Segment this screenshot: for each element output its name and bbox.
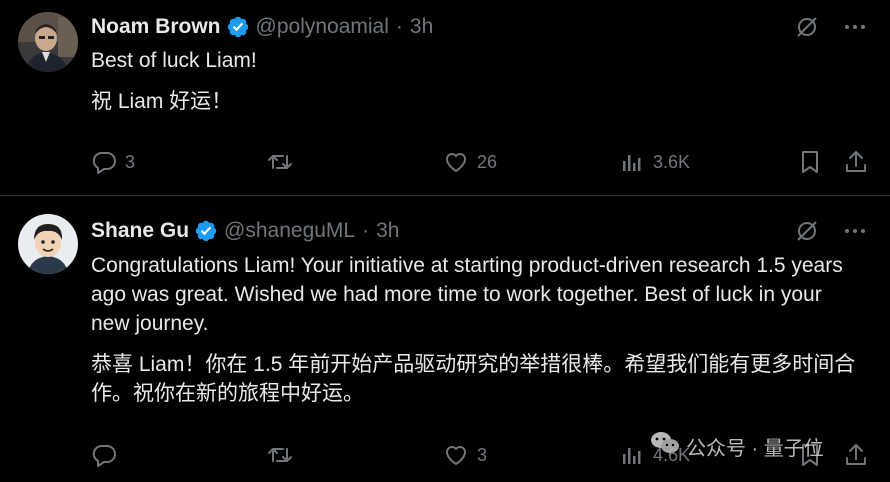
author-handle[interactable]: @shaneguML [224, 219, 355, 243]
timestamp[interactable]: 3h [376, 219, 399, 243]
tweet-top-actions [794, 218, 868, 244]
tweet-text-line: Best of luck Liam! [91, 49, 257, 72]
views-icon [619, 442, 645, 468]
bookmark-icon [797, 149, 823, 175]
avatar-cartoon [18, 214, 78, 274]
heart-icon [443, 149, 469, 175]
share-button[interactable] [843, 440, 869, 470]
like-button[interactable]: 3 [443, 440, 487, 470]
reply-icon [91, 149, 117, 175]
retweet-icon [267, 149, 293, 175]
avatar[interactable] [18, 12, 78, 72]
tweet-header: Noam Brown @polynoamial · 3h [91, 12, 433, 42]
more-options-icon[interactable] [842, 14, 868, 40]
reply-button[interactable]: 3 [91, 147, 135, 177]
author-name[interactable]: Shane Gu [91, 219, 189, 243]
share-icon [843, 149, 869, 175]
tweet-text-line: 恭喜 Liam！你在 1.5 年前开始产品驱动研究的举措很棒。希望我们能有更多时… [91, 353, 856, 405]
tweet-text: Best of luck Liam! 祝 Liam 好运！ [91, 46, 861, 128]
avatar-photo [18, 12, 78, 72]
view-count: 3.6K [653, 151, 691, 172]
separator-dot: · [362, 219, 370, 242]
tweet-header: Shane Gu @shaneguML · 3h [91, 216, 399, 246]
tweet-actions: 3 26 3.6K [91, 147, 871, 177]
watermark: 公众号 · 量子位 [650, 430, 824, 462]
tweet-noam-brown[interactable]: Noam Brown @polynoamial · 3h Best of luc… [0, 0, 890, 196]
views-icon [619, 149, 645, 175]
bookmark-button[interactable] [797, 147, 823, 177]
tweet-top-actions [794, 14, 868, 40]
author-name[interactable]: Noam Brown [91, 15, 221, 39]
like-count: 3 [477, 444, 488, 465]
tweet-text: Congratulations Liam! Your initiative at… [91, 251, 861, 420]
verified-badge-icon [194, 219, 218, 243]
timestamp[interactable]: 3h [410, 15, 433, 39]
separator-dot: · [395, 15, 403, 38]
grok-icon[interactable] [794, 218, 820, 244]
grok-icon[interactable] [794, 14, 820, 40]
like-button[interactable]: 26 [443, 147, 497, 177]
more-options-icon[interactable] [842, 218, 868, 244]
share-icon [843, 442, 869, 468]
views-button[interactable]: 3.6K [619, 147, 690, 177]
tweet-text-line: Congratulations Liam! Your initiative at… [91, 254, 843, 335]
like-count: 26 [477, 151, 498, 172]
wechat-icon [650, 430, 686, 462]
verified-badge-icon [226, 15, 250, 39]
reply-count: 3 [125, 151, 136, 172]
reply-icon [91, 442, 117, 468]
watermark-text: 公众号 · 量子位 [686, 437, 824, 460]
share-button[interactable] [843, 147, 869, 177]
avatar[interactable] [18, 214, 78, 274]
retweet-button[interactable] [267, 440, 301, 470]
reply-button[interactable] [91, 440, 125, 470]
tweet-text-line: 祝 Liam 好运！ [91, 90, 233, 113]
heart-icon [443, 442, 469, 468]
retweet-icon [267, 442, 293, 468]
author-handle[interactable]: @polynoamial [256, 15, 389, 39]
retweet-button[interactable] [267, 147, 301, 177]
